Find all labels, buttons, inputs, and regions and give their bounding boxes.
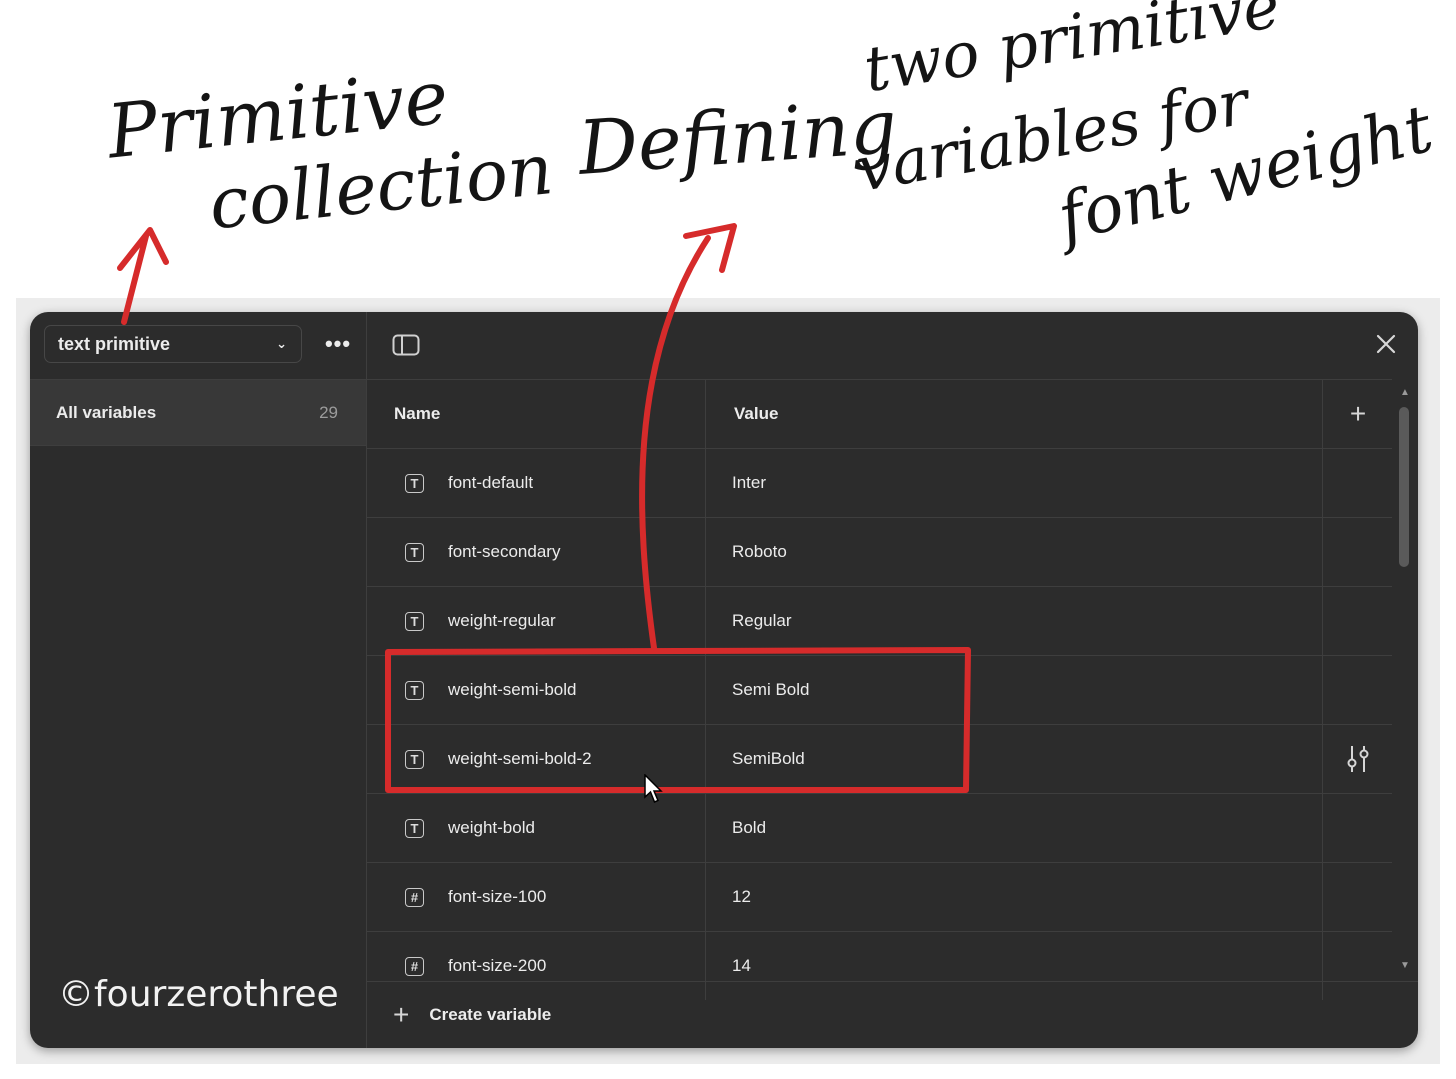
highlight-box [385,647,971,793]
arrow-to-note [639,235,711,651]
mouse-cursor-icon [644,774,663,803]
annotation-overlay [117,223,971,793]
